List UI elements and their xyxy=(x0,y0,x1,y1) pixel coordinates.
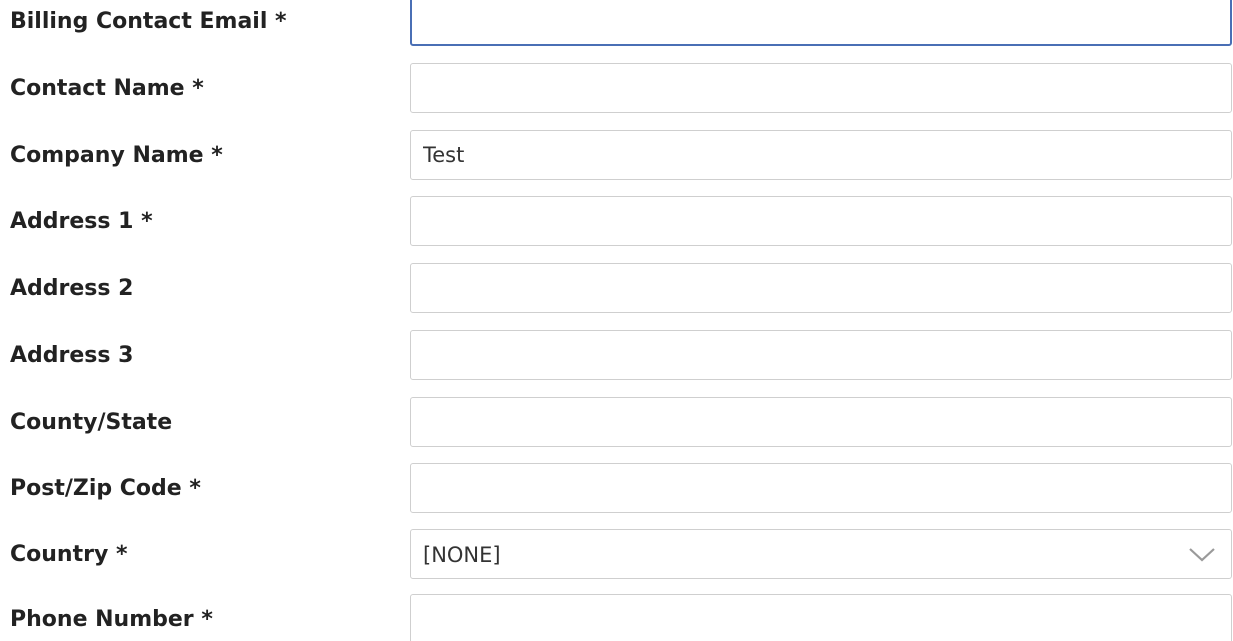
post-zip-code-input[interactable] xyxy=(410,463,1232,513)
phone-number-row: Phone Number * xyxy=(0,594,1233,641)
phone-number-input[interactable] xyxy=(410,594,1232,641)
address-2-row: Address 2 xyxy=(0,263,1233,317)
company-name-row: Company Name * xyxy=(0,130,1233,184)
company-name-input[interactable] xyxy=(410,130,1232,180)
contact-name-input[interactable] xyxy=(410,63,1232,113)
county-state-input[interactable] xyxy=(410,397,1232,447)
contact-name-row: Contact Name * xyxy=(0,63,1233,117)
phone-number-label: Phone Number * xyxy=(10,607,213,632)
billing-contact-form: Billing Contact Email * Contact Name * C… xyxy=(0,0,1233,641)
address-1-row: Address 1 * xyxy=(0,196,1233,250)
billing-contact-email-label: Billing Contact Email * xyxy=(10,9,287,34)
billing-contact-email-row: Billing Contact Email * xyxy=(0,0,1233,50)
address-2-label: Address 2 xyxy=(10,276,134,301)
address-3-label: Address 3 xyxy=(10,343,134,368)
billing-contact-email-input[interactable] xyxy=(410,0,1232,46)
country-label: Country * xyxy=(10,542,128,567)
address-3-row: Address 3 xyxy=(0,330,1233,384)
address-1-label: Address 1 * xyxy=(10,209,153,234)
country-selected-value: [NONE] xyxy=(423,543,501,567)
county-state-label: County/State xyxy=(10,410,173,435)
company-name-label: Company Name * xyxy=(10,143,223,168)
contact-name-label: Contact Name * xyxy=(10,76,204,101)
address-3-input[interactable] xyxy=(410,330,1232,380)
post-zip-code-row: Post/Zip Code * xyxy=(0,463,1233,517)
country-row: Country * [NONE] xyxy=(0,529,1233,583)
chevron-down-icon xyxy=(1189,548,1215,562)
address-2-input[interactable] xyxy=(410,263,1232,313)
country-select[interactable]: [NONE] xyxy=(410,529,1232,579)
county-state-row: County/State xyxy=(0,397,1233,451)
post-zip-code-label: Post/Zip Code * xyxy=(10,476,201,501)
address-1-input[interactable] xyxy=(410,196,1232,246)
